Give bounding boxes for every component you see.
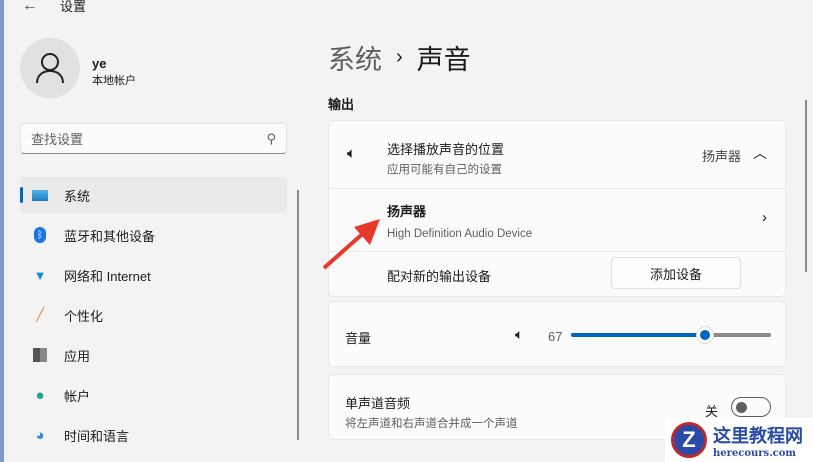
- apps-icon: [32, 347, 48, 363]
- breadcrumb-separator: ›: [396, 46, 403, 68]
- volume-value: 67: [548, 329, 563, 344]
- monitor-icon: [32, 187, 48, 203]
- sidebar-item-label: 系统: [64, 188, 91, 204]
- mono-audio-title: 单声道音频: [345, 396, 411, 411]
- search-input[interactable]: 查找设置 ⚲: [20, 123, 287, 154]
- watermark: Z 这里教程网 herecours.com: [665, 418, 813, 462]
- account-icon: ●: [35, 386, 45, 404]
- window-edge: [0, 0, 4, 462]
- search-icon[interactable]: ⚲: [266, 131, 276, 147]
- page-title: 声音: [416, 45, 471, 75]
- sidebar-item-apps[interactable]: 应用: [20, 337, 287, 373]
- sidebar-item-label: 网络和 Internet: [64, 268, 151, 284]
- volume-slider-fill: [571, 333, 705, 337]
- chevron-up-icon[interactable]: ︿: [753, 143, 767, 163]
- back-arrow-icon[interactable]: ←: [22, 0, 38, 15]
- sidebar-item-accounts[interactable]: ● 帐户: [20, 377, 287, 413]
- speaker-icon: 🔈︎: [347, 145, 357, 162]
- volume-slider-thumb[interactable]: [696, 326, 714, 344]
- output-card: 🔈︎ 选择播放声音的位置 应用可能有自己的设置 扬声器 ︿ 扬声器 High D…: [328, 120, 786, 297]
- sidebar-scrollbar[interactable]: [297, 190, 299, 440]
- avatar[interactable]: [20, 38, 80, 98]
- watermark-logo-icon: Z: [671, 422, 707, 458]
- watermark-url: herecours.com: [713, 447, 797, 459]
- sidebar-item-label: 应用: [64, 348, 91, 364]
- breadcrumb: 系统 › 声音: [328, 38, 471, 77]
- sidebar-item-label: 个性化: [64, 308, 104, 324]
- selected-output: 扬声器: [701, 149, 741, 164]
- user-name: ye: [92, 56, 107, 71]
- volume-label: 音量: [345, 331, 372, 346]
- device-name: 扬声器: [387, 204, 427, 219]
- device-description: High Definition Audio Device: [387, 228, 533, 240]
- sidebar-item-system[interactable]: 系统: [20, 177, 287, 213]
- mono-audio-subtitle: 将左声道和右声道合并成一个声道: [345, 418, 518, 430]
- pair-device-row: 配对新的输出设备 添加设备: [329, 251, 785, 298]
- selection-indicator: [20, 187, 23, 203]
- account-type: 本地帐户: [92, 75, 136, 87]
- add-device-button[interactable]: 添加设备: [611, 257, 741, 289]
- clock-globe-icon: ◕: [35, 426, 45, 444]
- choose-output-row[interactable]: 🔈︎ 选择播放声音的位置 应用可能有自己的设置 扬声器 ︿: [329, 121, 785, 188]
- section-heading: 输出: [328, 97, 355, 112]
- wifi-icon: ▼: [33, 267, 47, 283]
- user-icon: [36, 53, 64, 84]
- sidebar-item-label: 帐户: [64, 388, 91, 404]
- mono-audio-toggle[interactable]: [731, 397, 771, 417]
- sidebar-item-label: 时间和语言: [64, 428, 130, 444]
- sidebar-item-personalization[interactable]: ╱ 个性化: [20, 297, 287, 333]
- brush-icon: ╱: [36, 307, 44, 322]
- title-bar: ← 设置: [22, 0, 86, 15]
- volume-slider[interactable]: [571, 326, 771, 344]
- sidebar-item-bluetooth[interactable]: ᛒ 蓝牙和其他设备: [20, 217, 287, 253]
- main-scrollbar[interactable]: [805, 100, 807, 272]
- volume-speaker-icon[interactable]: 🔈︎: [515, 326, 523, 343]
- watermark-name: 这里教程网: [713, 425, 803, 447]
- breadcrumb-parent[interactable]: 系统: [328, 38, 382, 77]
- pair-device-label: 配对新的输出设备: [387, 269, 492, 284]
- red-arrow-annotation: [322, 219, 380, 270]
- sidebar-item-network[interactable]: ▼ 网络和 Internet: [20, 257, 287, 293]
- window-title: 设置: [60, 0, 87, 14]
- search-placeholder: 查找设置: [31, 132, 84, 147]
- speaker-device-row[interactable]: 扬声器 High Definition Audio Device ›: [329, 188, 785, 251]
- sidebar-item-label: 蓝牙和其他设备: [64, 228, 156, 244]
- sidebar-item-time-language[interactable]: ◕ 时间和语言: [20, 417, 287, 453]
- chevron-right-icon: ›: [762, 209, 767, 226]
- choose-output-title: 选择播放声音的位置: [387, 142, 505, 157]
- volume-card: 音量 🔈︎ 67: [328, 301, 786, 367]
- choose-output-subtitle: 应用可能有自己的设置: [387, 164, 502, 176]
- bluetooth-icon: ᛒ: [32, 227, 48, 243]
